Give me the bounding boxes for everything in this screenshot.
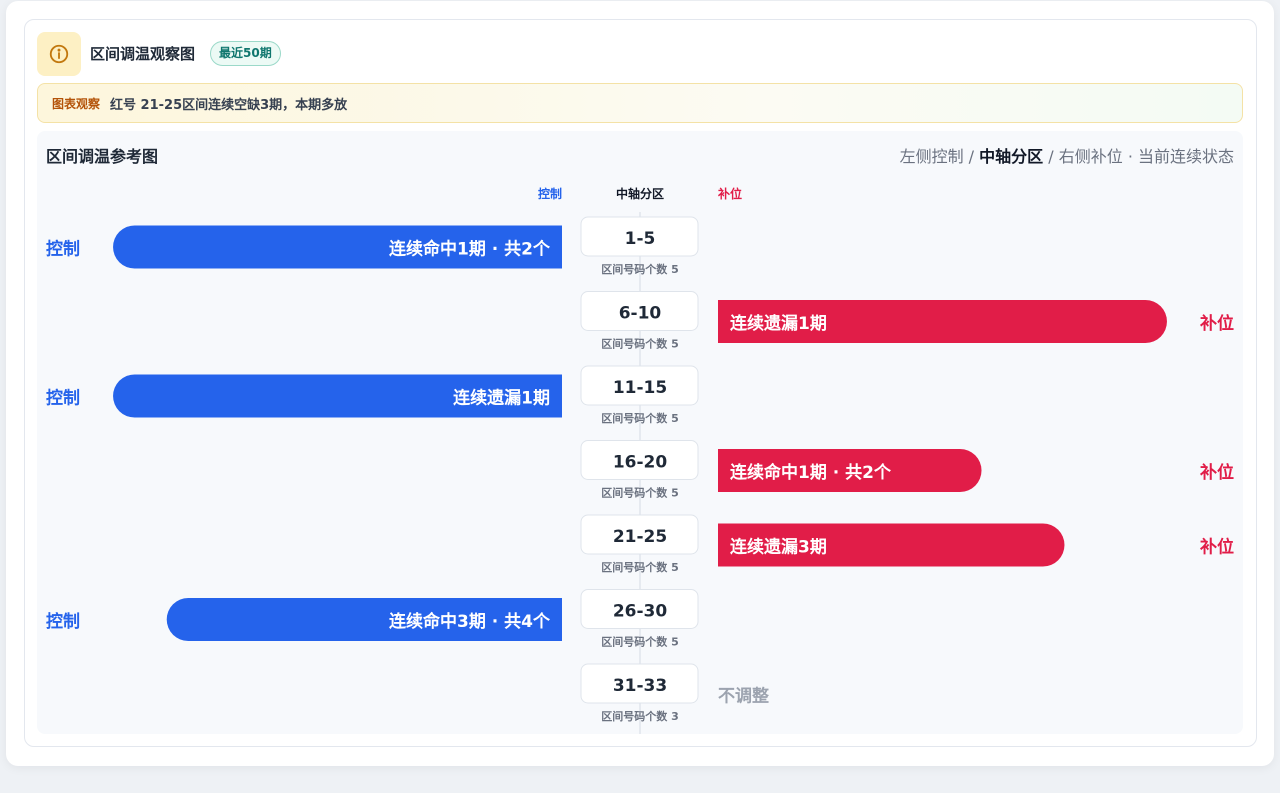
range-label: 31-33	[613, 676, 667, 696]
range-label: 16-20	[613, 453, 668, 473]
range-count-label: 区间号码个数 3	[601, 709, 678, 723]
side-label-fill: 补位	[1199, 537, 1234, 558]
range-label: 11-15	[613, 378, 667, 398]
range-count-label: 区间号码个数 5	[601, 635, 678, 649]
side-label-control: 控制	[46, 388, 80, 409]
fill-bar-label: 连续遗漏1期	[730, 313, 827, 334]
control-bar-label: 连续遗漏1期	[453, 388, 550, 409]
side-label-control: 控制	[46, 611, 80, 632]
fill-bar-label: 连续遗漏3期	[730, 537, 827, 558]
control-bar-label: 连续命中3期 · 共4个	[389, 611, 551, 632]
control-bar-label: 连续命中1期 · 共2个	[389, 239, 551, 260]
neutral-label: 不调整	[718, 686, 769, 707]
range-count-label: 区间号码个数 5	[601, 411, 678, 425]
side-label-control: 控制	[46, 239, 80, 260]
range-label: 6-10	[619, 304, 662, 324]
column-header-control: 控制	[538, 186, 562, 201]
side-label-fill: 补位	[1199, 462, 1234, 483]
chart-svg: 控制 中轴分区 补位1-5区间号码个数 5连续命中1期 · 共2个控制6-10区间号…	[46, 186, 1234, 734]
range-count-label: 区间号码个数 5	[601, 262, 678, 276]
column-header-axis: 中轴分区	[616, 186, 664, 201]
range-count-label: 区间号码个数 5	[601, 560, 678, 574]
side-label-fill: 补位	[1199, 313, 1234, 334]
range-label: 1-5	[625, 229, 656, 249]
fill-bar-label: 连续命中1期 · 共2个	[730, 462, 892, 483]
column-header-fill: 补位	[717, 186, 742, 201]
range-label: 21-25	[613, 527, 667, 547]
range-count-label: 区间号码个数 5	[601, 486, 678, 500]
range-count-label: 区间号码个数 5	[601, 337, 678, 351]
range-label: 26-30	[613, 602, 668, 622]
